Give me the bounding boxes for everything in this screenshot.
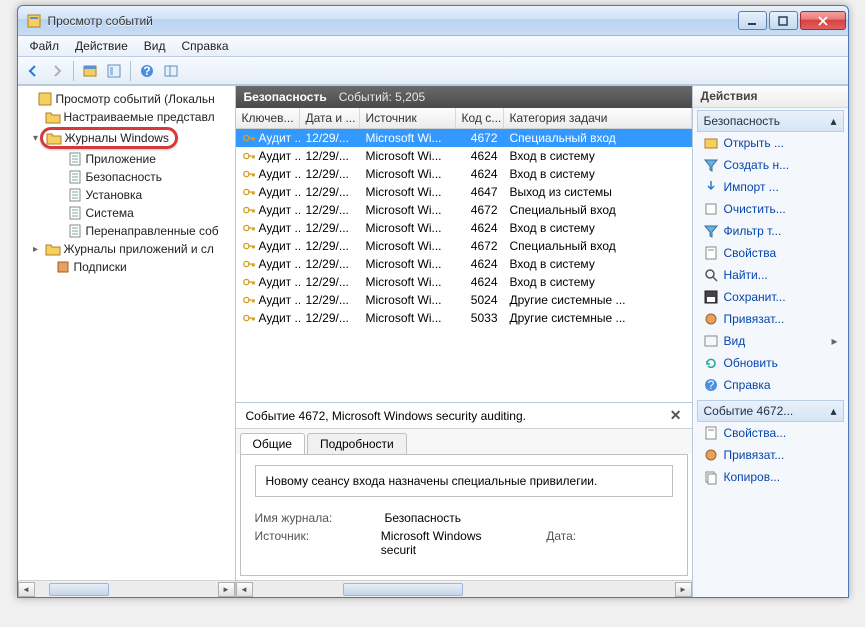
event-row[interactable]: Аудит ... 12/29/... Microsoft Wi... 4672… <box>236 201 692 219</box>
event-row[interactable]: Аудит ... 12/29/... Microsoft Wi... 4624… <box>236 273 692 291</box>
actions-header-event[interactable]: Событие 4672...▴ <box>697 400 844 422</box>
back-button[interactable] <box>22 60 44 82</box>
tree-system[interactable]: Система <box>18 204 235 222</box>
action-sec-6[interactable]: Найти... <box>697 264 844 286</box>
tree-subscriptions[interactable]: Подписки <box>18 258 235 276</box>
menu-file[interactable]: Файл <box>22 37 68 55</box>
forward-button[interactable] <box>46 60 68 82</box>
action-sec-2[interactable]: Импорт ... <box>697 176 844 198</box>
action-sec-9[interactable]: Вид▸ <box>697 330 844 352</box>
event-list[interactable]: Ключев... Дата и ... Источник Код с... К… <box>236 108 692 402</box>
detail-hscroll[interactable]: ◄ ► <box>236 580 692 597</box>
action-sec-11[interactable]: ?Справка <box>697 374 844 396</box>
event-row[interactable]: Аудит ... 12/29/... Microsoft Wi... 4624… <box>236 147 692 165</box>
action-sec-5[interactable]: Свойства <box>697 242 844 264</box>
collapse-icon: ▴ <box>830 114 836 128</box>
tree-app-services[interactable]: ▸ Журналы приложений и сл <box>18 240 235 258</box>
detail-close-button[interactable]: ✕ <box>670 407 682 424</box>
event-row[interactable]: Аудит ... 12/29/... Microsoft Wi... 4624… <box>236 219 692 237</box>
toolbar: ? <box>18 57 848 85</box>
event-row[interactable]: Аудит ... 12/29/... Microsoft Wi... 5024… <box>236 291 692 309</box>
detail-description: Новому сеансу входа назначены специальны… <box>255 465 673 497</box>
tab-general[interactable]: Общие <box>240 433 305 454</box>
tree-application[interactable]: Приложение <box>18 150 235 168</box>
event-row[interactable]: Аудит ... 12/29/... Microsoft Wi... 4624… <box>236 255 692 273</box>
actions-pane: Действия Безопасность▴ Открыть ...Создат… <box>693 86 848 597</box>
maximize-button[interactable] <box>769 11 798 30</box>
menu-help[interactable]: Справка <box>174 37 237 55</box>
svg-text:?: ? <box>143 64 150 78</box>
action-sec-3[interactable]: Очистить... <box>697 198 844 220</box>
action-evt-1[interactable]: Привязат... <box>697 444 844 466</box>
columns-header[interactable]: Ключев... Дата и ... Источник Код с... К… <box>236 108 692 129</box>
tree-root[interactable]: Просмотр событий (Локальн <box>18 90 235 108</box>
log-header: Безопасность Событий: 5,205 <box>236 86 692 108</box>
action-evt-0[interactable]: Свойства... <box>697 422 844 444</box>
tree-forwarded[interactable]: Перенаправленные соб <box>18 222 235 240</box>
properties-button[interactable] <box>103 60 125 82</box>
event-row[interactable]: Аудит ... 12/29/... Microsoft Wi... 4672… <box>236 237 692 255</box>
menu-view[interactable]: Вид <box>136 37 174 55</box>
show-tree-button[interactable] <box>79 60 101 82</box>
event-row[interactable]: Аудит ... 12/29/... Microsoft Wi... 4624… <box>236 165 692 183</box>
event-row[interactable]: Аудит ... 12/29/... Microsoft Wi... 5033… <box>236 309 692 327</box>
actions-header-security[interactable]: Безопасность▴ <box>697 110 844 132</box>
panes-button[interactable] <box>160 60 182 82</box>
tree-security[interactable]: Безопасность <box>18 168 235 186</box>
minimize-button[interactable] <box>738 11 767 30</box>
tree-custom-views[interactable]: Настраиваемые представл <box>18 108 235 126</box>
tree-windows-logs[interactable]: ▾ Журналы Windows <box>18 126 235 150</box>
tree-hscroll[interactable]: ◄ ► <box>18 580 235 597</box>
action-sec-7[interactable]: Сохранит... <box>697 286 844 308</box>
svg-text:?: ? <box>707 378 714 392</box>
tree-pane: Просмотр событий (Локальн Настраиваемые … <box>18 86 236 597</box>
help-button[interactable]: ? <box>136 60 158 82</box>
action-sec-4[interactable]: Фильтр т... <box>697 220 844 242</box>
event-viewer-window: Просмотр событий Файл Действие Вид Справ… <box>17 5 849 598</box>
action-sec-10[interactable]: Обновить <box>697 352 844 374</box>
tab-details[interactable]: Подробности <box>307 433 407 454</box>
menu-action[interactable]: Действие <box>67 37 136 55</box>
detail-pane: Событие 4672, Microsoft Windows security… <box>236 402 692 597</box>
collapse-icon: ▴ <box>830 404 836 418</box>
action-evt-2[interactable]: Копиров... <box>697 466 844 488</box>
event-row[interactable]: Аудит ... 12/29/... Microsoft Wi... 4672… <box>236 129 692 147</box>
event-row[interactable]: Аудит ... 12/29/... Microsoft Wi... 4647… <box>236 183 692 201</box>
action-sec-0[interactable]: Открыть ... <box>697 132 844 154</box>
close-button[interactable] <box>800 11 846 30</box>
window-title: Просмотр событий <box>48 14 736 28</box>
action-sec-1[interactable]: Создать н... <box>697 154 844 176</box>
tree-setup[interactable]: Установка <box>18 186 235 204</box>
app-icon <box>26 13 42 29</box>
action-sec-8[interactable]: Привязат... <box>697 308 844 330</box>
menubar: Файл Действие Вид Справка <box>18 36 848 57</box>
detail-title: Событие 4672, Microsoft Windows security… <box>246 409 526 423</box>
titlebar[interactable]: Просмотр событий <box>18 6 848 36</box>
actions-title: Действия <box>693 86 848 108</box>
main-pane: Безопасность Событий: 5,205 Ключев... Да… <box>236 86 693 597</box>
